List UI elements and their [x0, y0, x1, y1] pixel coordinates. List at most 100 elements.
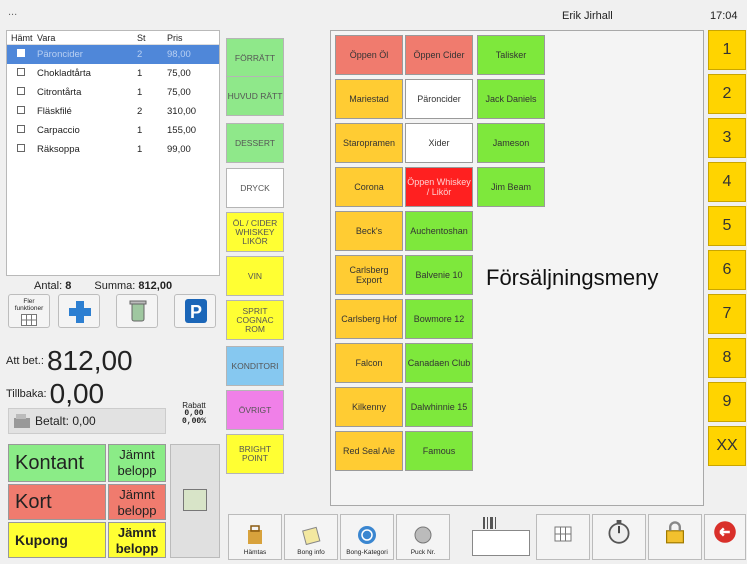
- menu-item-button[interactable]: Carlsberg Hof: [335, 299, 403, 339]
- paid-amount: Betalt: 0,00: [35, 414, 96, 428]
- category-button[interactable]: BRIGHT POINT: [226, 434, 284, 474]
- pickup-checkbox[interactable]: [17, 49, 25, 57]
- menu-dots[interactable]: ...: [8, 6, 17, 18]
- category-button[interactable]: SPRIT COGNAC ROM: [226, 300, 284, 340]
- ticket-info-label: Bong info: [297, 549, 325, 556]
- pickup-checkbox[interactable]: [17, 125, 25, 133]
- col-pris: Pris: [167, 32, 183, 43]
- coupon-exact-amount-button[interactable]: Jämnt belopp: [108, 522, 166, 558]
- discount-box[interactable]: Rabatt 0,00 0,00%: [170, 402, 218, 426]
- category-button[interactable]: HUVUD RÄTT: [226, 76, 284, 116]
- menu-item-button[interactable]: Kilkenny: [335, 387, 403, 427]
- ticket-icon: [302, 526, 321, 545]
- order-item-name: Chokladtårta: [37, 68, 91, 79]
- park-button[interactable]: P: [174, 294, 216, 328]
- delete-button[interactable]: [116, 294, 158, 328]
- menu-item-button[interactable]: Red Seal Ale: [335, 431, 403, 471]
- exit-button[interactable]: [704, 514, 746, 560]
- order-list[interactable]: Hämt Vara St Pris Päroncider 2 98,00 Cho…: [6, 30, 220, 276]
- card-button[interactable]: Kort: [8, 484, 106, 520]
- menu-item-button[interactable]: Dalwhinnie 15: [405, 387, 473, 427]
- order-item-price: 75,00: [167, 68, 191, 79]
- numpad-key[interactable]: 6: [708, 250, 746, 290]
- menu-item-button[interactable]: Canadaen Club: [405, 343, 473, 383]
- menu-item-button[interactable]: Balvenie 10: [405, 255, 473, 295]
- puck-number-button[interactable]: Puck Nr.: [396, 514, 450, 560]
- add-item-button[interactable]: [58, 294, 100, 328]
- numpad-key[interactable]: 2: [708, 74, 746, 114]
- category-button[interactable]: FÖRRÄTT: [226, 38, 284, 78]
- numpad-key[interactable]: 8: [708, 338, 746, 378]
- menu-item-button[interactable]: Staropramen: [335, 123, 403, 163]
- plus-icon: [69, 301, 91, 323]
- order-row[interactable]: Carpaccio 1 155,00: [7, 121, 219, 140]
- lock-button[interactable]: [648, 514, 702, 560]
- sales-menu-title: Försäljningsmeny: [486, 265, 659, 290]
- puck-icon: [414, 526, 432, 544]
- order-row[interactable]: Citrontårta 1 75,00: [7, 83, 219, 102]
- menu-item-button[interactable]: Xider: [405, 123, 473, 163]
- numpad-key[interactable]: 3: [708, 118, 746, 158]
- order-item-qty: 2: [137, 49, 143, 60]
- menu-item-button[interactable]: Jameson: [477, 123, 545, 163]
- coupon-button[interactable]: Kupong: [8, 522, 106, 558]
- order-row[interactable]: Räksoppa 1 99,00: [7, 140, 219, 159]
- pickup-checkbox[interactable]: [17, 106, 25, 114]
- menu-item-button[interactable]: Talisker: [477, 35, 545, 75]
- numpad-key[interactable]: 1: [708, 30, 746, 70]
- order-item-name: Fläskfilé: [37, 106, 72, 117]
- pickup-button[interactable]: Hämtas: [228, 514, 282, 560]
- category-button[interactable]: KONDITORI: [226, 346, 284, 386]
- numpad-key[interactable]: 7: [708, 294, 746, 334]
- ticket-category-button[interactable]: Bong-Kategori: [340, 514, 394, 560]
- order-row[interactable]: Päroncider 2 98,00: [7, 45, 219, 64]
- menu-item-button[interactable]: Öppen Whiskey / Likör: [405, 167, 473, 207]
- ticket-category-label: Bong-Kategori: [346, 549, 388, 556]
- order-item-name: Citrontårta: [37, 87, 82, 98]
- table-grid-button[interactable]: [536, 514, 590, 560]
- more-functions-button[interactable]: Fler funktioner: [8, 294, 50, 328]
- numpad-key[interactable]: 5: [708, 206, 746, 246]
- menu-item-button[interactable]: Auchentoshan: [405, 211, 473, 251]
- menu-item-button[interactable]: Mariestad: [335, 79, 403, 119]
- menu-item-button[interactable]: Beck's: [335, 211, 403, 251]
- pickup-checkbox[interactable]: [17, 144, 25, 152]
- menu-item-button[interactable]: Famous: [405, 431, 473, 471]
- order-list-header: Hämt Vara St Pris: [7, 31, 219, 45]
- menu-item-button[interactable]: Päroncider: [405, 79, 473, 119]
- category-button[interactable]: DESSERT: [226, 123, 284, 163]
- barcode-input[interactable]: [472, 530, 530, 556]
- menu-item-button[interactable]: Jack Daniels: [477, 79, 545, 119]
- menu-item-button[interactable]: Corona: [335, 167, 403, 207]
- category-button[interactable]: VIN: [226, 256, 284, 296]
- category-button[interactable]: ÖL / CIDER WHISKEY LIKÖR: [226, 212, 284, 252]
- menu-item-button[interactable]: Carlsberg Export: [335, 255, 403, 295]
- numpad-key[interactable]: XX: [708, 426, 746, 466]
- numpad-key[interactable]: 9: [708, 382, 746, 422]
- cash-exact-amount-button[interactable]: Jämnt belopp: [108, 444, 166, 482]
- numpad-key[interactable]: 4: [708, 162, 746, 202]
- order-item-price: 98,00: [167, 49, 191, 60]
- order-row[interactable]: Fläskfilé 2 310,00: [7, 102, 219, 121]
- menu-item-button[interactable]: Bowmore 12: [405, 299, 473, 339]
- ticket-info-button[interactable]: Bong info: [284, 514, 338, 560]
- category-button[interactable]: ÖVRIGT: [226, 390, 284, 430]
- menu-item-button[interactable]: Öppen Cider: [405, 35, 473, 75]
- more-functions-label: Fler funktioner: [14, 298, 44, 312]
- clock: 17:04: [710, 10, 738, 22]
- order-item-price: 75,00: [167, 87, 191, 98]
- order-item-qty: 1: [137, 125, 143, 136]
- timer-button[interactable]: [592, 514, 646, 560]
- menu-item-button[interactable]: Falcon: [335, 343, 403, 383]
- menu-item-button[interactable]: Jim Beam: [477, 167, 545, 207]
- pickup-checkbox[interactable]: [17, 68, 25, 76]
- voucher-icon: [183, 489, 207, 511]
- amount-due: Att bet.: 812,00: [6, 345, 133, 377]
- pickup-checkbox[interactable]: [17, 87, 25, 95]
- order-row[interactable]: Chokladtårta 1 75,00: [7, 64, 219, 83]
- category-button[interactable]: DRYCK: [226, 168, 284, 208]
- card-exact-amount-button[interactable]: Jämnt belopp: [108, 484, 166, 520]
- cash-button[interactable]: Kontant: [8, 444, 106, 482]
- menu-item-button[interactable]: Öppen Öl: [335, 35, 403, 75]
- voucher-button[interactable]: [170, 444, 220, 558]
